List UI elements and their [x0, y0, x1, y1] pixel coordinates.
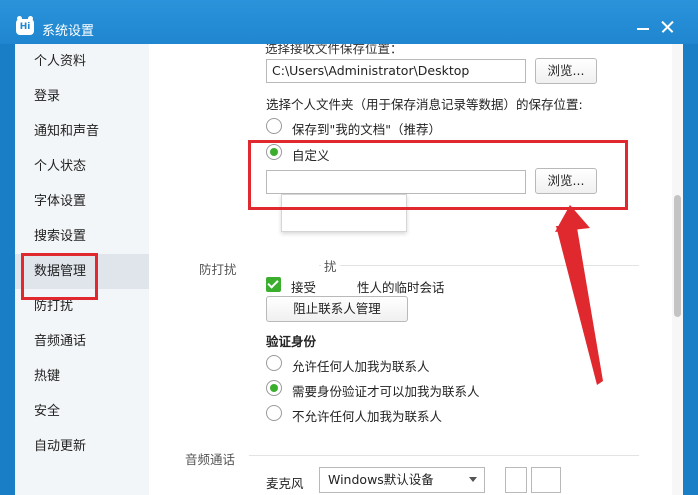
microphone-select-value: Windows默认设备 [328, 472, 434, 487]
sidebar-item-security[interactable]: 安全 [15, 394, 149, 429]
receive-files-location-label: 选择接收文件保存位置： [265, 44, 403, 56]
app-logo-icon: Hi [16, 16, 34, 35]
window-edge [683, 44, 698, 495]
radio-require-verification[interactable] [266, 380, 282, 396]
accept-temp-chat-label-part2: 性人的临时会话 [357, 280, 445, 295]
chevron-down-icon [469, 477, 477, 482]
sidebar-item-status[interactable]: 个人状态 [15, 149, 149, 184]
sidebar-item-hotkeys[interactable]: 热键 [15, 359, 149, 394]
sidebar-item-font[interactable]: 字体设置 [15, 184, 149, 219]
title-bar: Hi 系统设置 [0, 0, 698, 44]
sidebar-item-auto-update[interactable]: 自动更新 [15, 429, 149, 464]
scrollbar-thumb[interactable] [674, 195, 681, 317]
radio-require-verification-label: 需要身份验证才可以加我为联系人 [292, 384, 480, 399]
radio-allow-anyone[interactable] [266, 355, 282, 371]
anti-disturb-section-title: 防打扰 [199, 262, 237, 277]
mic-settings-box[interactable] [531, 467, 561, 493]
verify-identity-title: 验证身份 [266, 334, 317, 349]
audio-section-title: 音频通话 [185, 452, 236, 467]
radio-disallow-anyone[interactable] [266, 405, 282, 421]
browse-button[interactable]: 浏览... [535, 58, 597, 84]
minimize-icon[interactable] [630, 14, 656, 40]
sidebar-item-notifications[interactable]: 通知和声音 [15, 114, 149, 149]
block-contacts-button[interactable]: 阻止联系人管理 [266, 296, 408, 322]
radio-my-documents[interactable] [266, 118, 282, 134]
highlight-box-data-management [21, 253, 98, 300]
microphone-label: 麦克风 [266, 476, 304, 491]
microphone-select[interactable]: Windows默认设备 [319, 467, 485, 493]
radio-allow-anyone-label: 允许任何人加我为联系人 [292, 359, 430, 374]
sidebar-item-search[interactable]: 搜索设置 [15, 219, 149, 254]
highlight-box-custom-path [248, 140, 628, 210]
receive-path-input[interactable]: C:\Users\Administrator\Desktop [266, 59, 526, 83]
section-title-fragment: 扰 [321, 256, 340, 275]
radio-disallow-anyone-label: 不允许任何人加我为联系人 [292, 409, 443, 424]
audio-section-divider [249, 455, 639, 456]
section-divider [319, 265, 639, 266]
sidebar-item-audio-call[interactable]: 音频通话 [15, 324, 149, 359]
sidebar-item-login[interactable]: 登录 [15, 79, 149, 114]
sidebar-item-profile[interactable]: 个人资料 [15, 44, 149, 79]
accept-temp-chat-label-part1: 接受 [291, 280, 317, 295]
folder-location-question: 选择个人文件夹（用于保存消息记录等数据）的保存位置: [266, 97, 583, 112]
settings-content: 选择接收文件保存位置： C:\Users\Administrator\Deskt… [149, 44, 672, 495]
mic-test-box[interactable] [505, 467, 527, 493]
close-icon[interactable] [655, 14, 681, 40]
radio-my-documents-label: 保存到"我的文档"（推荐） [292, 122, 441, 137]
accept-temp-chat-checkbox[interactable] [266, 277, 281, 292]
window-title: 系统设置 [42, 24, 95, 39]
